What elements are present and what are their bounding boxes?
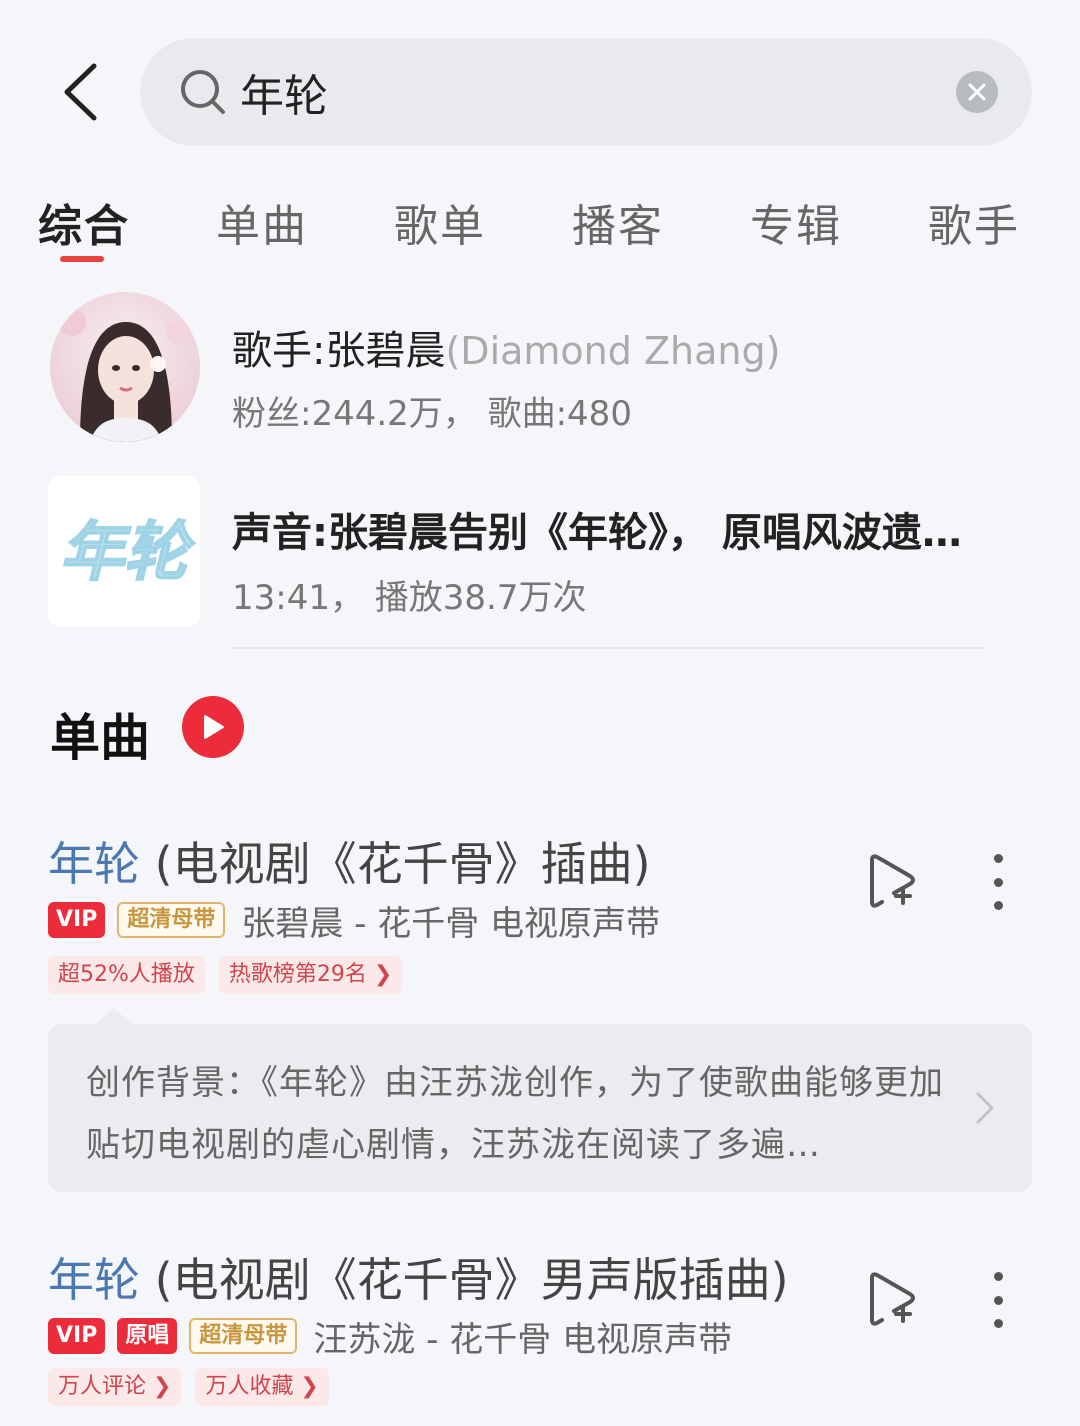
- more-dot: [993, 854, 1003, 863]
- comments-tag[interactable]: 万人评论 ❯: [48, 1368, 182, 1406]
- category-tabs: 综合 单曲 歌单 播客 专辑 歌手: [0, 190, 1080, 270]
- song-title-highlight: 年轮: [48, 1253, 140, 1307]
- tab-artists[interactable]: 歌手: [928, 190, 1020, 254]
- quality-badge: 超清母带: [189, 1318, 298, 1354]
- song-artist-album: 汪苏泷 - 花千骨 电视原声带: [313, 1319, 733, 1360]
- song-title-highlight: 年轮: [48, 837, 140, 891]
- tab-overview[interactable]: 综合: [38, 190, 130, 254]
- quality-badge: 超清母带: [117, 902, 226, 938]
- song-tags: 超52%人播放 热歌榜第29名 ❯: [48, 956, 416, 994]
- clear-search-button[interactable]: [956, 71, 998, 113]
- search-bar[interactable]: [140, 38, 1032, 146]
- play-all-button[interactable]: [182, 696, 244, 758]
- search-input[interactable]: [240, 66, 920, 118]
- song-title: 年轮 (电视剧《花千骨》男声版插曲): [48, 1244, 789, 1310]
- more-options-button[interactable]: [988, 854, 1008, 910]
- divider: [232, 647, 984, 649]
- back-button[interactable]: [58, 62, 102, 122]
- add-to-playlist-button[interactable]: [864, 1270, 920, 1330]
- avatar-image: [50, 292, 200, 442]
- song-subtitle: VIP 原唱 超清母带 汪苏泷 - 花千骨 电视原声带: [48, 1316, 732, 1360]
- add-to-playlist-button[interactable]: [864, 852, 920, 912]
- chart-rank-tag[interactable]: 热歌榜第29名 ❯: [218, 956, 403, 994]
- artist-name: 歌手:张碧晨: [232, 328, 446, 374]
- tab-albums[interactable]: 专辑: [750, 190, 842, 254]
- song-title-rest: (电视剧《花千骨》插曲): [140, 837, 651, 891]
- song-background-card[interactable]: 创作背景：《年轮》由汪苏泷创作，为了使歌曲能够更加贴切电视剧的虐心剧情，汪苏泷在…: [48, 1008, 1032, 1192]
- more-dot: [993, 1272, 1003, 1281]
- artist-avatar[interactable]: [50, 292, 200, 442]
- play-share-tag: 超52%人播放: [48, 956, 205, 994]
- tab-playlists[interactable]: 歌单: [394, 190, 486, 254]
- search-icon: [181, 70, 225, 114]
- favorites-tag[interactable]: 万人收藏 ❯: [195, 1368, 329, 1406]
- add-to-playlist-icon: [870, 1272, 915, 1326]
- song-tags: 万人评论 ❯ 万人收藏 ❯: [48, 1368, 343, 1406]
- add-to-playlist-icon: [870, 854, 915, 908]
- more-dot: [993, 901, 1003, 910]
- chevron-left-icon: [64, 63, 97, 121]
- song-background-text: 创作背景：《年轮》由汪苏泷创作，为了使歌曲能够更加贴切电视剧的虐心剧情，汪苏泷在…: [86, 1063, 944, 1165]
- artist-name-en: (Diamond Zhang): [445, 329, 781, 373]
- close-icon: [968, 83, 986, 101]
- audio-cover[interactable]: 年轮: [48, 476, 200, 626]
- active-tab-indicator: [60, 256, 104, 262]
- artist-stats: 粉丝:244.2万， 歌曲:480: [232, 394, 632, 434]
- artist-title[interactable]: 歌手:张碧晨(Diamond Zhang): [232, 318, 780, 376]
- search-results-page: 综合 单曲 歌单 播客 专辑 歌手: [0, 0, 1080, 1426]
- audio-meta: 13:41， 播放38.7万次: [232, 578, 587, 618]
- audio-cover-art: 年轮: [48, 476, 200, 626]
- vip-badge: VIP: [48, 1318, 106, 1354]
- tab-podcasts[interactable]: 播客: [572, 190, 664, 254]
- play-icon: [204, 715, 224, 739]
- chevron-right-icon: [976, 1092, 994, 1124]
- song-subtitle: VIP 超清母带 张碧晨 - 花千骨 电视原声带: [48, 900, 660, 944]
- svg-text:年轮: 年轮: [60, 516, 195, 590]
- more-options-button[interactable]: [988, 1272, 1008, 1328]
- original-badge: 原唱: [117, 1318, 178, 1354]
- audio-title[interactable]: 声音:张碧晨告别《年轮》， 原唱风波遗…: [232, 500, 1012, 558]
- section-title: 单曲: [50, 709, 150, 767]
- more-dot: [993, 877, 1003, 887]
- tab-songs[interactable]: 单曲: [216, 190, 308, 254]
- song-title-rest: (电视剧《花千骨》男声版插曲): [140, 1253, 789, 1307]
- song-artist-album: 张碧晨 - 花千骨 电视原声带: [241, 903, 661, 944]
- song-title: 年轮 (电视剧《花千骨》插曲): [48, 828, 651, 894]
- vip-badge: VIP: [48, 902, 106, 938]
- more-dot: [993, 1319, 1003, 1328]
- more-dot: [993, 1295, 1003, 1305]
